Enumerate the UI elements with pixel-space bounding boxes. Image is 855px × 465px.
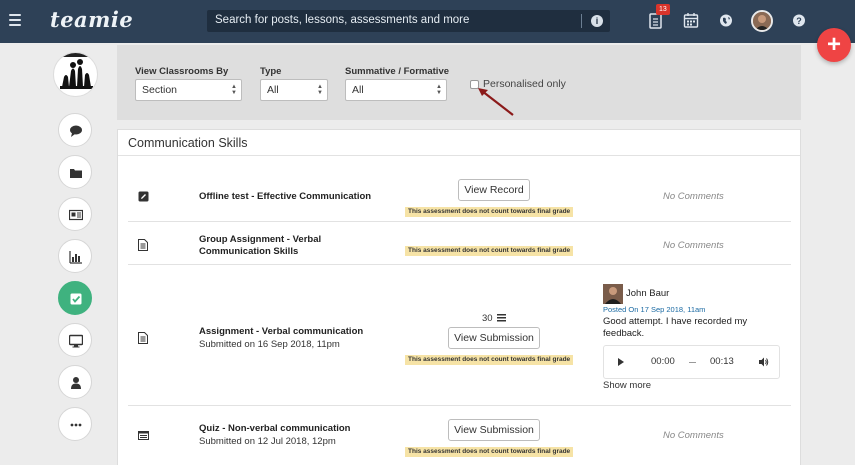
newspaper-icon <box>69 209 83 221</box>
grade-note: This assessment does not count towards f… <box>405 207 574 217</box>
audio-progress-bar[interactable] <box>689 362 696 363</box>
divider <box>128 264 791 265</box>
grade-note: This assessment does not count towards f… <box>405 447 574 457</box>
view-by-select[interactable]: Section ▲ ▼ <box>135 79 242 101</box>
rail-chat-button[interactable] <box>58 113 92 147</box>
no-comments: No Comments <box>663 191 724 202</box>
document-icon <box>138 239 148 251</box>
document-icon <box>138 332 148 344</box>
rail-screen-button[interactable] <box>58 323 92 357</box>
card-title: Communication Skills <box>128 136 248 150</box>
view-submission-button[interactable]: View Submission <box>448 419 540 441</box>
comment-text: Good attempt. I have recorded my feedbac… <box>603 316 748 339</box>
monitor-icon <box>69 334 83 348</box>
type-value: All <box>267 84 279 96</box>
add-button[interactable]: + <box>817 28 851 62</box>
more-icon <box>70 423 82 427</box>
search-divider <box>581 14 582 28</box>
annotation-arrow-icon <box>478 88 514 116</box>
view-by-value: Section <box>142 84 178 96</box>
type-label: Type <box>260 66 282 77</box>
rail-newspaper-button[interactable] <box>58 197 92 231</box>
summative-value: All <box>352 84 364 96</box>
no-comments: No Comments <box>663 430 724 441</box>
info-icon[interactable]: i <box>591 15 603 27</box>
select-arrows-icon: ▲ ▼ <box>317 84 323 96</box>
bar-chart-icon <box>69 251 82 264</box>
user-icon <box>71 377 81 389</box>
rubric-list-icon[interactable] <box>497 314 506 322</box>
folder-icon <box>70 169 82 178</box>
title-line: Communication Skills <box>199 246 299 257</box>
assessment-title[interactable]: Offline test - Effective Communication <box>199 191 371 203</box>
summative-label: Summative / Formative <box>345 66 450 77</box>
globe-icon[interactable] <box>718 12 734 29</box>
submitted-date: Submitted on 16 Sep 2018, 11pm <box>199 339 340 350</box>
no-comments: No Comments <box>663 240 724 251</box>
type-select[interactable]: All ▲ ▼ <box>260 79 328 101</box>
comment-date: Posted On 17 Sep 2018, 11am <box>603 305 706 314</box>
quiz-icon <box>138 431 149 440</box>
score: 30 <box>482 313 493 324</box>
filter-panel: View Classrooms By Section ▲ ▼ Type All ▲… <box>117 45 801 120</box>
rail-more-button[interactable] <box>58 407 92 441</box>
svg-text:?: ? <box>796 16 802 26</box>
view-record-button[interactable]: View Record <box>458 179 530 201</box>
help-icon[interactable]: ? <box>791 12 807 29</box>
show-more-link[interactable]: Show more <box>603 380 651 391</box>
menu-icon[interactable] <box>9 14 21 26</box>
search-bar[interactable]: Search for posts, lessons, assessments a… <box>207 10 610 32</box>
calendar-icon[interactable] <box>683 12 699 29</box>
rail-gradebook-button[interactable] <box>58 239 92 273</box>
divider <box>128 221 791 222</box>
edit-square-icon <box>138 191 149 202</box>
commenter-avatar[interactable] <box>603 284 623 304</box>
checkbox-icon <box>70 293 82 305</box>
rail-folder-button[interactable] <box>58 155 92 189</box>
view-submission-button[interactable]: View Submission <box>448 327 540 349</box>
assessment-card: Communication Skills Offline test - Effe… <box>117 129 801 465</box>
user-avatar[interactable] <box>751 10 773 32</box>
rail-assessments-button[interactable] <box>58 281 92 315</box>
select-arrows-icon: ▲ ▼ <box>231 84 237 96</box>
divider <box>128 405 791 406</box>
classroom-logo[interactable] <box>53 52 98 97</box>
audio-player: 00:00 00:13 <box>603 345 780 379</box>
audio-total-time: 00:13 <box>710 356 734 367</box>
title-line: Group Assignment - Verbal <box>199 234 322 245</box>
summative-select[interactable]: All ▲ ▼ <box>345 79 447 101</box>
top-bar: teamie Search for posts, lessons, assess… <box>0 0 855 43</box>
submitted-date: Submitted on 12 Jul 2018, 12pm <box>199 436 336 447</box>
select-arrows-icon: ▲ ▼ <box>436 84 442 96</box>
commenter-name[interactable]: John Baur <box>626 288 669 299</box>
app-logo[interactable]: teamie <box>50 7 133 32</box>
divider <box>118 155 800 156</box>
assessment-title[interactable]: Assignment - Verbal communication <box>199 326 363 338</box>
grade-note: This assessment does not count towards f… <box>405 246 574 256</box>
play-icon[interactable] <box>618 358 624 366</box>
view-by-label: View Classrooms By <box>135 66 229 77</box>
assessment-title[interactable]: Group Assignment - Verbal Communication … <box>199 234 321 258</box>
assessment-title[interactable]: Quiz - Non-verbal communication <box>199 423 351 435</box>
chat-icon <box>70 125 82 137</box>
grade-note: This assessment does not count towards f… <box>405 355 574 365</box>
rail-members-button[interactable] <box>58 365 92 399</box>
search-input[interactable]: Search for posts, lessons, assessments a… <box>215 14 469 26</box>
notification-badge: 13 <box>656 4 670 15</box>
volume-icon[interactable] <box>759 357 769 367</box>
audio-current-time: 00:00 <box>651 356 675 367</box>
